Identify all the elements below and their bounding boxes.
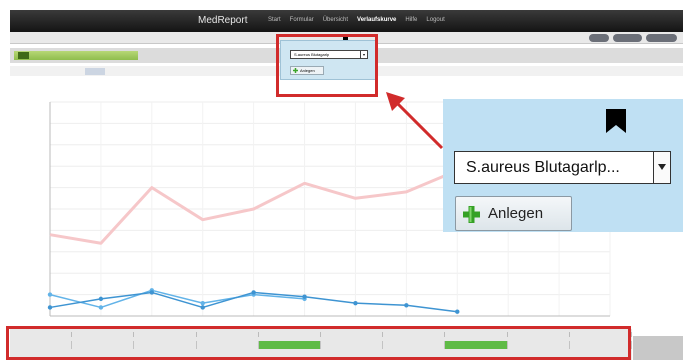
timeline-badge: [18, 52, 30, 59]
nav-item[interactable]: Start: [268, 17, 281, 23]
data-point: [149, 290, 155, 295]
nav-item-active[interactable]: Verlaufskurve: [357, 17, 396, 23]
timeline-range[interactable]: [14, 51, 138, 60]
nav-item[interactable]: Logout: [426, 17, 444, 23]
nav-item[interactable]: Hilfe: [405, 17, 417, 23]
screen: MedReport Start Formular Übersicht Verla…: [0, 0, 683, 360]
add-button-label: Anlegen: [488, 205, 544, 222]
bookmark-tab-active[interactable]: [85, 67, 105, 75]
data-point: [47, 305, 53, 310]
bookmark-icon[interactable]: [606, 109, 626, 133]
bookmark-tab[interactable]: [62, 69, 80, 74]
organism-select-value: S.aureus Blutagarlp...: [466, 159, 620, 176]
highlight-box-table: [6, 326, 631, 360]
side-panel-button[interactable]: [633, 336, 683, 360]
app-brand: MedReport: [198, 15, 248, 26]
nav-item[interactable]: Formular: [290, 17, 314, 23]
data-point: [98, 305, 104, 310]
data-point: [404, 303, 409, 308]
data-point: [200, 305, 205, 310]
chevron-down-icon[interactable]: [653, 152, 670, 183]
filter-item[interactable]: [49, 35, 57, 41]
bookmark-tab[interactable]: [38, 69, 56, 74]
data-point: [455, 309, 460, 314]
filter-items: [12, 35, 105, 41]
app-header: MedReport Start Formular Übersicht Verla…: [10, 10, 683, 32]
filter-item-red[interactable]: [99, 35, 105, 41]
data-point: [302, 294, 307, 299]
nav-item[interactable]: Übersicht: [323, 17, 348, 23]
data-point: [353, 300, 358, 306]
data-point: [47, 292, 53, 297]
filter-pill[interactable]: [612, 34, 642, 42]
arrow-icon: [386, 92, 444, 150]
add-button[interactable]: Anlegen: [455, 196, 572, 231]
filter-item[interactable]: [81, 35, 94, 41]
filter-item[interactable]: [12, 35, 23, 41]
filter-item[interactable]: [29, 35, 43, 41]
filter-item[interactable]: [63, 35, 74, 41]
bookmark-tab[interactable]: [14, 69, 32, 74]
data-point: [200, 300, 205, 306]
data-point: [251, 290, 256, 295]
organism-select[interactable]: S.aureus Blutagarlp...: [454, 151, 671, 184]
filter-pill[interactable]: [645, 34, 677, 42]
main-nav: Start Formular Übersicht Verlaufskurve H…: [268, 17, 445, 23]
filter-pills: [588, 34, 677, 42]
data-point: [98, 296, 104, 302]
plus-icon: [463, 206, 480, 223]
filter-pill[interactable]: [588, 34, 609, 42]
highlight-box-toolbar: [276, 34, 378, 97]
